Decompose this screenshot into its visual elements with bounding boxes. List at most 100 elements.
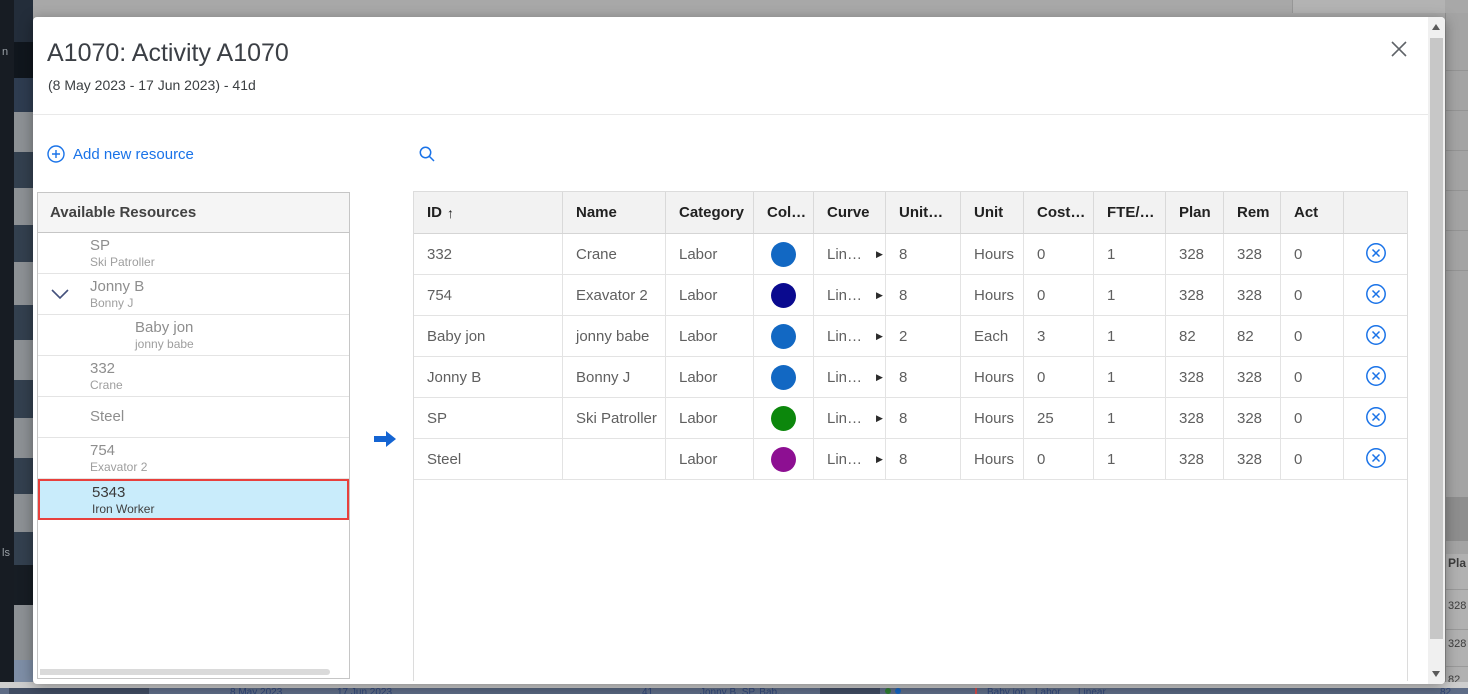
cell-plan[interactable]: 328 [1166,439,1224,479]
curve-expand-icon[interactable]: ▶ [876,331,883,342]
cell-act[interactable]: 0 [1281,234,1344,274]
remove-resource-button[interactable] [1364,324,1388,348]
column-header-rem[interactable]: Rem [1224,192,1281,233]
scroll-up-icon[interactable] [1432,24,1440,30]
curve-expand-icon[interactable]: ▶ [876,413,883,424]
chevron-down-icon[interactable] [49,285,71,303]
cell-plan[interactable]: 82 [1166,316,1224,356]
cell-category[interactable]: Labor [666,275,754,315]
cell-act[interactable]: 0 [1281,439,1344,479]
available-resource-item[interactable]: 332 Crane [38,356,349,397]
column-header-fte[interactable]: FTE/… [1094,192,1166,233]
cell-name[interactable]: Exavator 2 [563,275,666,315]
cell-remove[interactable] [1344,398,1407,438]
column-header-color[interactable]: Col… [754,192,814,233]
column-header-unit[interactable]: Unit [961,192,1024,233]
cell-remove[interactable] [1344,316,1407,356]
curve-expand-icon[interactable]: ▶ [876,290,883,301]
cell-cost[interactable]: 25 [1024,398,1094,438]
cell-rem[interactable]: 328 [1224,275,1281,315]
cell-plan[interactable]: 328 [1166,275,1224,315]
curve-expand-icon[interactable]: ▶ [876,249,883,260]
available-resource-item[interactable]: 5343 Iron Worker [38,479,349,520]
cell-rem[interactable]: 328 [1224,398,1281,438]
cell-color[interactable] [754,357,814,397]
cell-category[interactable]: Labor [666,439,754,479]
cell-fte[interactable]: 1 [1094,234,1166,274]
cell-color[interactable] [754,439,814,479]
cell-fte[interactable]: 1 [1094,316,1166,356]
color-swatch-icon[interactable] [771,323,796,349]
cell-units[interactable]: 8 [886,398,961,438]
cell-cost[interactable]: 0 [1024,275,1094,315]
cell-curve[interactable]: Lin… ▶ [814,234,886,274]
cell-category[interactable]: Labor [666,398,754,438]
cell-act[interactable]: 0 [1281,275,1344,315]
search-button[interactable] [418,145,438,165]
cell-id[interactable]: 754 [414,275,563,315]
cell-rem[interactable]: 328 [1224,234,1281,274]
cell-rem[interactable]: 328 [1224,357,1281,397]
cell-curve[interactable]: Lin… ▶ [814,275,886,315]
column-header-id[interactable]: ID ↑ [414,192,563,233]
cell-units[interactable]: 8 [886,234,961,274]
cell-fte[interactable]: 1 [1094,275,1166,315]
color-swatch-icon[interactable] [771,364,796,390]
cell-curve[interactable]: Lin… ▶ [814,316,886,356]
cell-act[interactable]: 0 [1281,316,1344,356]
cell-plan[interactable]: 328 [1166,357,1224,397]
remove-resource-button[interactable] [1364,365,1388,389]
cell-plan[interactable]: 328 [1166,234,1224,274]
cell-plan[interactable]: 328 [1166,398,1224,438]
cell-unit[interactable]: Hours [961,234,1024,274]
scrollbar-thumb[interactable] [1430,38,1443,639]
remove-resource-button[interactable] [1364,406,1388,430]
cell-curve[interactable]: Lin… ▶ [814,357,886,397]
column-header-name[interactable]: Name [563,192,666,233]
cell-units[interactable]: 8 [886,357,961,397]
cell-remove[interactable] [1344,275,1407,315]
cell-color[interactable] [754,398,814,438]
assign-resource-arrow-button[interactable] [372,429,400,451]
cell-color[interactable] [754,234,814,274]
cell-units[interactable]: 8 [886,439,961,479]
cell-name[interactable]: Crane [563,234,666,274]
cell-unit[interactable]: Each [961,316,1024,356]
horizontal-scrollbar[interactable] [40,669,330,675]
available-resource-item[interactable]: Steel [38,397,349,438]
remove-resource-button[interactable] [1364,447,1388,471]
vertical-scrollbar[interactable] [1428,17,1445,684]
column-header-remove[interactable] [1344,192,1407,233]
cell-cost[interactable]: 3 [1024,316,1094,356]
column-header-cost[interactable]: Cost… [1024,192,1094,233]
cell-id[interactable]: SP [414,398,563,438]
cell-unit[interactable]: Hours [961,357,1024,397]
cell-curve[interactable]: Lin… ▶ [814,439,886,479]
cell-unit[interactable]: Hours [961,439,1024,479]
cell-units[interactable]: 8 [886,275,961,315]
cell-category[interactable]: Labor [666,357,754,397]
cell-category[interactable]: Labor [666,234,754,274]
cell-curve[interactable]: Lin… ▶ [814,398,886,438]
add-new-resource-button[interactable]: Add new resource [47,145,194,163]
cell-name[interactable]: Ski Patroller [563,398,666,438]
cell-unit[interactable]: Hours [961,398,1024,438]
curve-expand-icon[interactable]: ▶ [876,454,883,465]
cell-fte[interactable]: 1 [1094,439,1166,479]
cell-act[interactable]: 0 [1281,398,1344,438]
curve-expand-icon[interactable]: ▶ [876,372,883,383]
cell-remove[interactable] [1344,439,1407,479]
cell-id[interactable]: 332 [414,234,563,274]
cell-fte[interactable]: 1 [1094,398,1166,438]
cell-color[interactable] [754,275,814,315]
color-swatch-icon[interactable] [771,405,796,431]
color-swatch-icon[interactable] [771,282,796,308]
cell-name[interactable]: jonny babe [563,316,666,356]
cell-units[interactable]: 2 [886,316,961,356]
cell-category[interactable]: Labor [666,316,754,356]
available-resource-item[interactable]: Jonny B Bonny J [38,274,349,315]
cell-id[interactable]: Jonny B [414,357,563,397]
available-resource-item[interactable]: SP Ski Patroller [38,233,349,274]
column-header-category[interactable]: Category [666,192,754,233]
cell-act[interactable]: 0 [1281,357,1344,397]
